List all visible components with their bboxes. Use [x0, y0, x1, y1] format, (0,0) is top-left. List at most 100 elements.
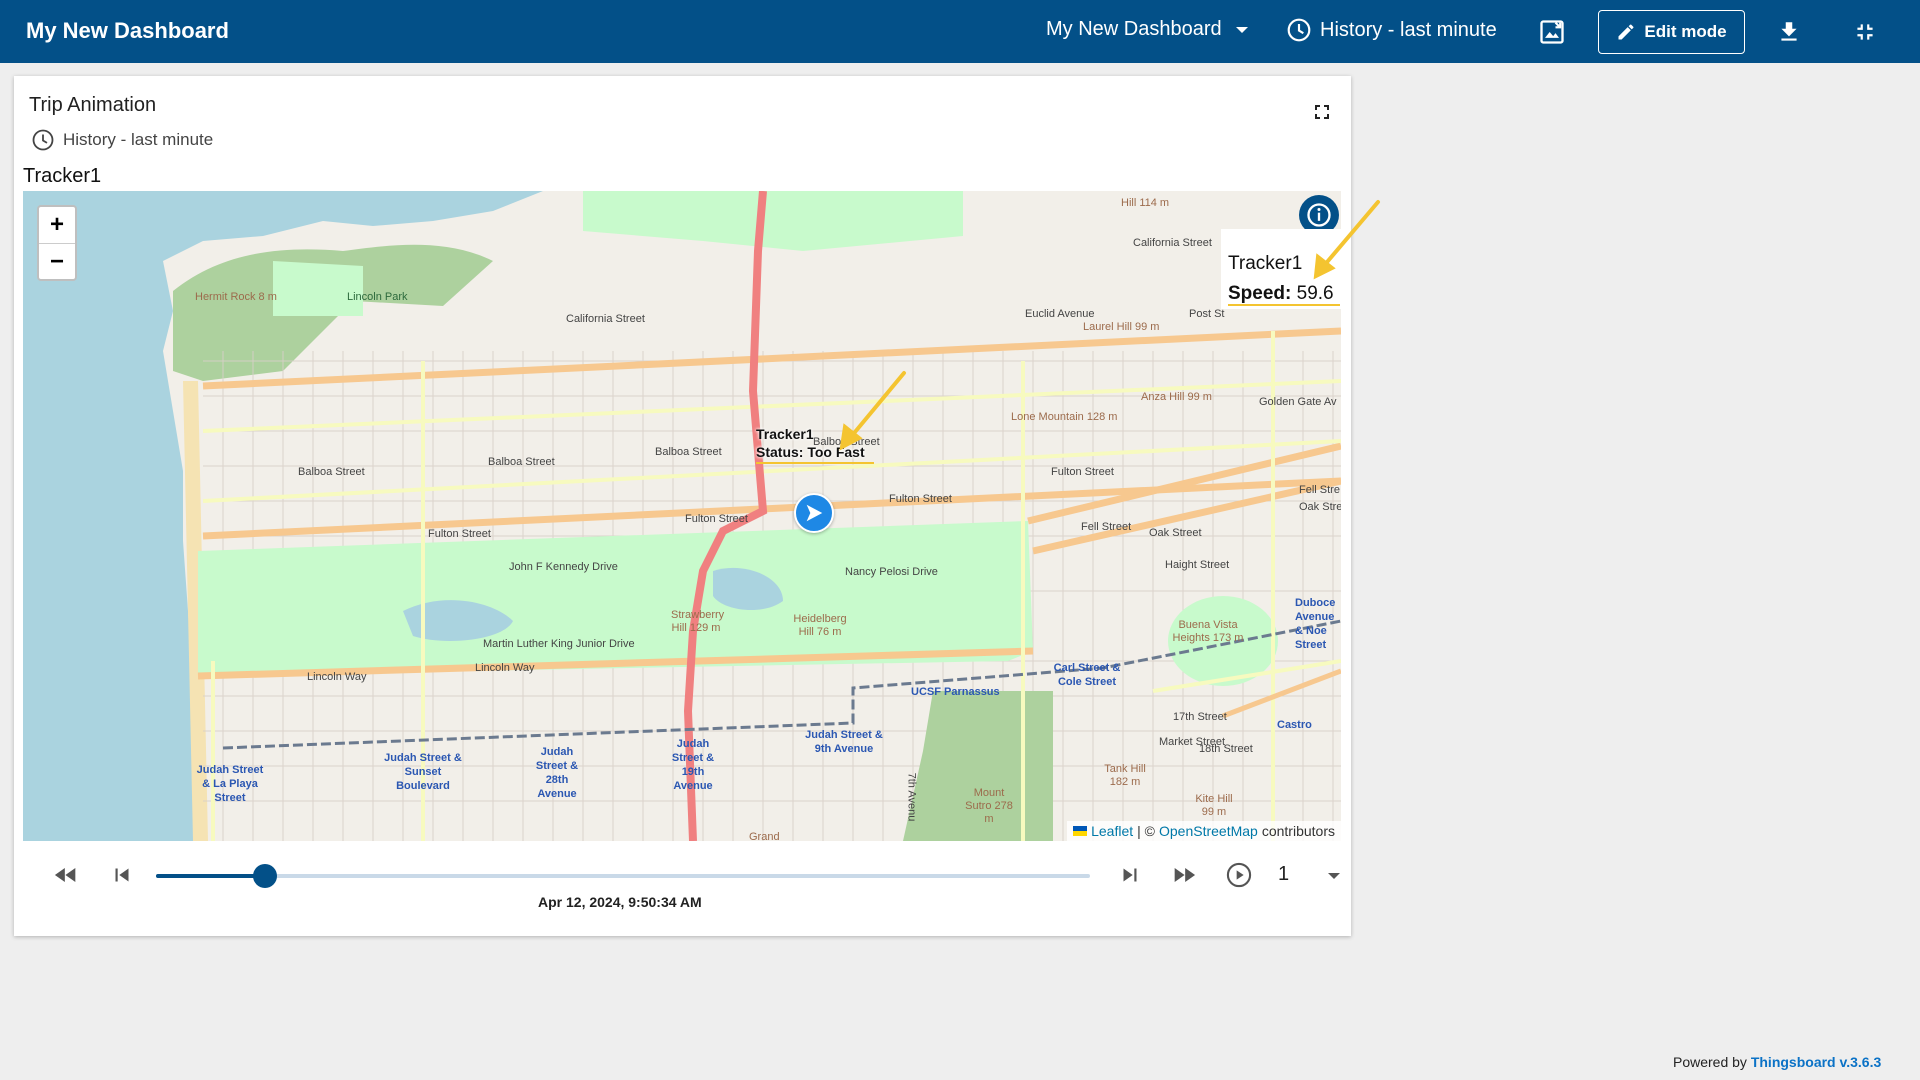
map-label: California Street [566, 313, 645, 325]
map-label: Heidelberg Hill 76 m [793, 613, 847, 638]
timewindow-label: History - last minute [1320, 18, 1497, 41]
map-label: 18th Street [1199, 743, 1253, 755]
map-label: Tank Hill 182 m [1104, 763, 1146, 788]
map-label: Hill 114 m [1121, 197, 1170, 209]
map-label: Lincoln Park [347, 291, 408, 303]
widget-title: Trip Animation [29, 94, 157, 116]
pencil-icon [1618, 24, 1634, 40]
chevron-down-icon[interactable] [1328, 873, 1340, 879]
map-label: Balboa Street [655, 446, 722, 458]
map-label: Martin Luther King Junior Drive [483, 638, 635, 650]
map-label: Buena Vista Heights 173 m [1172, 619, 1244, 644]
map-label: Grand [749, 831, 780, 841]
play-button[interactable] [1223, 859, 1255, 891]
skip-next-button[interactable] [1114, 859, 1146, 891]
fast-forward-icon [1174, 868, 1196, 882]
widget-timewindow: History - last minute [31, 128, 213, 152]
tooltip-speed: Speed: 59.6 [1228, 279, 1334, 309]
map-label: 17th Street [1173, 711, 1227, 723]
map-label: Hermit Rock 8 m [195, 291, 277, 303]
exit-fullscreen-icon[interactable] [1850, 17, 1880, 47]
tooltip-speed-label: Speed: [1228, 283, 1292, 304]
play-circle-icon [1226, 862, 1252, 888]
edit-mode-button[interactable]: Edit mode [1598, 10, 1745, 54]
skip-next-icon [1123, 868, 1137, 882]
map-label: Fulton Street [889, 493, 952, 505]
map-label: Haight Street [1165, 559, 1230, 571]
map-label: Fell Street [1081, 521, 1132, 533]
map-label: Strawberry Hill 129 m [671, 609, 725, 634]
map-label: Carl Street & Cole Street [1053, 662, 1121, 688]
leaflet-link[interactable]: Leaflet [1091, 823, 1133, 839]
map-label: Fulton Street [685, 513, 748, 525]
map-view[interactable]: + − Hermit Rock 8 m Lincoln Park Califor… [23, 191, 1341, 841]
ukraine-flag-icon [1073, 826, 1088, 836]
map-label: Post St [1189, 308, 1225, 320]
map-label: Judah Street & Sunset Boulevard [384, 752, 462, 792]
map-label: John F Kennedy Drive [509, 561, 618, 573]
playback-timestamp: Apr 12, 2024, 9:50:34 AM [538, 894, 702, 910]
zoom-control: + − [37, 205, 77, 281]
map-label: Oak Stre [1299, 501, 1341, 513]
navigation-arrow-icon [806, 504, 823, 522]
image-export-icon[interactable] [1537, 17, 1567, 47]
thingsboard-link[interactable]: Thingsboard v.3.6.3 [1751, 1054, 1881, 1070]
marker-label-name: Tracker1 [756, 426, 814, 442]
map-label: 7th Avenu [905, 772, 918, 822]
chevron-down-icon [1235, 26, 1248, 33]
zoom-out-button[interactable]: − [39, 243, 75, 279]
clock-icon [1287, 18, 1311, 42]
tracker-label: Tracker1 [23, 165, 102, 187]
map-label: Laurel Hill 99 m [1083, 321, 1160, 333]
map-label: Nancy Pelosi Drive [845, 566, 938, 578]
info-icon [1307, 203, 1331, 227]
powered-by-footer: Powered by Thingsboard v.3.6.3 [1673, 1054, 1881, 1070]
vehicle-marker[interactable] [794, 493, 834, 533]
map-label: Fulton Street [1051, 466, 1114, 478]
skip-previous-icon [115, 868, 129, 882]
map-label: Judah Street & La Playa Street [196, 764, 264, 804]
map-label: Balboa Street [298, 466, 365, 478]
dashboard-select[interactable]: My New Dashboard [1046, 18, 1248, 41]
map-label: Balboa Street [488, 456, 555, 468]
download-icon[interactable] [1774, 17, 1804, 47]
timewindow-button[interactable]: History - last minute [1286, 17, 1497, 43]
tracker-tooltip: Tracker1 Speed: 59.6 [1221, 229, 1341, 309]
map-label: Judah Street & 28th Avenue [535, 746, 579, 800]
map-label: Euclid Avenue [1025, 308, 1095, 320]
map-attribution: Leaflet | © OpenStreetMap contributors [1067, 821, 1341, 841]
zoom-in-button[interactable]: + [39, 207, 75, 243]
edit-mode-label: Edit mode [1644, 22, 1727, 41]
widget-timewindow-label: History - last minute [63, 130, 214, 149]
map-label: Oak Street [1149, 527, 1202, 539]
marker-label: Tracker1 Status: Too Fast [756, 425, 865, 461]
map-label: Anza Hill 99 m [1141, 391, 1212, 403]
map-label: Kite Hill 99 m [1195, 793, 1233, 818]
clock-icon [32, 129, 54, 151]
map-label: Fulton Street [428, 528, 491, 540]
timeline-slider[interactable] [156, 864, 1090, 888]
marker-label-status: Status: Too Fast [756, 444, 865, 460]
map-label: Mount Sutro 278 m [965, 787, 1013, 825]
dashboard-select-label: My New Dashboard [1046, 18, 1222, 40]
tooltip-speed-value: 59.6 [1296, 283, 1334, 304]
fullscreen-icon[interactable] [1310, 100, 1334, 124]
map-label: Castro [1277, 719, 1312, 731]
fast-rewind-icon [54, 868, 76, 882]
trip-animation-widget: Trip Animation History - last minute Tra… [14, 76, 1351, 936]
osm-link[interactable]: OpenStreetMap [1159, 823, 1258, 839]
map-label: Judah Street & 9th Avenue [805, 729, 883, 755]
footer-prefix: Powered by [1673, 1054, 1747, 1070]
timeline-slider-fill [156, 874, 266, 878]
map-label: Lincoln Way [475, 662, 535, 674]
map-label: California Street [1133, 237, 1212, 249]
map-label: UCSF Parnassus [911, 686, 1000, 698]
attribution-sep: | © [1137, 823, 1155, 839]
top-toolbar: My New Dashboard My New Dashboard Histor… [0, 0, 1920, 63]
speed-select[interactable]: 1 [1278, 863, 1289, 886]
timeline-slider-thumb[interactable] [253, 864, 278, 888]
fast-rewind-button[interactable] [50, 859, 82, 891]
attribution-suffix: contributors [1261, 823, 1335, 839]
skip-previous-button[interactable] [106, 859, 138, 891]
fast-forward-button[interactable] [1168, 859, 1200, 891]
